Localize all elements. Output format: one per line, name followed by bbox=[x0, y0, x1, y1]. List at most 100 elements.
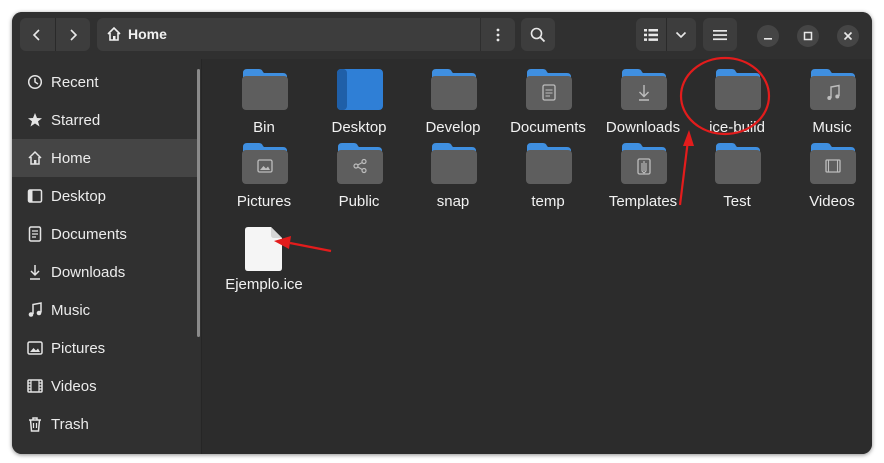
text-file-icon bbox=[245, 227, 282, 271]
desktop-icon bbox=[27, 189, 43, 203]
documents-folder-icon bbox=[526, 69, 572, 110]
hamburger-menu-icon bbox=[713, 29, 727, 40]
picture-icon bbox=[27, 341, 43, 355]
sidebar-item-videos[interactable]: Videos bbox=[12, 367, 199, 405]
home-icon bbox=[107, 26, 121, 41]
sidebar-scrollbar[interactable] bbox=[197, 69, 200, 337]
file-label: Ejemplo.ice bbox=[225, 276, 303, 293]
home-icon bbox=[28, 150, 42, 165]
chevron-left-icon bbox=[33, 28, 40, 41]
sidebar-item-label: Desktop bbox=[51, 188, 107, 205]
back-button[interactable] bbox=[20, 18, 55, 51]
music-folder-icon bbox=[810, 69, 856, 110]
maximize-button[interactable] bbox=[797, 25, 819, 47]
folder-bin[interactable]: Bin bbox=[217, 68, 311, 140]
file-label: Desktop bbox=[331, 119, 387, 136]
folder-icon bbox=[242, 69, 288, 110]
folder-develop[interactable]: Develop bbox=[406, 68, 500, 140]
folder-icon bbox=[715, 143, 761, 184]
desktop-folder-icon bbox=[337, 69, 383, 110]
minimize-icon bbox=[764, 38, 772, 40]
file-label: Music bbox=[812, 119, 852, 136]
folder-videos[interactable]: Videos bbox=[785, 142, 872, 214]
navigation-buttons bbox=[20, 18, 90, 51]
folder-desktop[interactable]: Desktop bbox=[312, 68, 406, 140]
folder-icon bbox=[431, 69, 477, 110]
chevron-right-icon bbox=[70, 28, 77, 41]
sidebar-item-label: Pictures bbox=[51, 340, 106, 357]
file-label: temp bbox=[531, 193, 565, 210]
search-icon bbox=[530, 27, 546, 42]
file-ejemplo-ice[interactable]: Ejemplo.ice bbox=[217, 226, 311, 298]
folder-snap[interactable]: snap bbox=[406, 142, 500, 214]
folder-ice-build[interactable]: ice-build bbox=[690, 68, 784, 140]
sidebar-item-trash[interactable]: Trash bbox=[12, 405, 199, 443]
sidebar-item-label: Home bbox=[51, 150, 92, 167]
file-label: Develop bbox=[425, 119, 481, 136]
file-label: snap bbox=[436, 193, 470, 210]
folder-icon bbox=[715, 69, 761, 110]
folder-music[interactable]: Music bbox=[785, 68, 872, 140]
vertical-ellipsis-icon bbox=[496, 28, 500, 41]
main-menu-button[interactable] bbox=[703, 18, 737, 51]
public-folder-icon bbox=[337, 143, 383, 184]
sidebar-item-label: Trash bbox=[51, 416, 89, 433]
sidebar-item-label: Documents bbox=[51, 226, 127, 243]
close-icon bbox=[843, 31, 853, 41]
folder-icon bbox=[431, 143, 477, 184]
forward-button[interactable] bbox=[55, 18, 90, 51]
templates-folder-icon bbox=[621, 143, 667, 184]
file-grid: Bin Desktop Develop Documents Downloads … bbox=[202, 59, 872, 454]
sidebar: Recent Starred Home Desktop Documents Do… bbox=[12, 59, 201, 454]
sidebar-item-music[interactable]: Music bbox=[12, 291, 199, 329]
chevron-down-icon bbox=[676, 31, 687, 38]
sidebar-item-desktop[interactable]: Desktop bbox=[12, 177, 199, 215]
star-icon bbox=[28, 113, 42, 127]
folder-icon bbox=[526, 143, 572, 184]
sidebar-item-label: Recent bbox=[51, 74, 99, 91]
folder-pictures[interactable]: Pictures bbox=[217, 142, 311, 214]
folder-public[interactable]: Public bbox=[312, 142, 406, 214]
path-bar[interactable]: Home bbox=[97, 18, 515, 51]
clock-icon bbox=[27, 74, 43, 90]
sidebar-item-label: Videos bbox=[51, 378, 97, 395]
file-label: Pictures bbox=[236, 193, 292, 210]
folder-temp[interactable]: temp bbox=[501, 142, 595, 214]
sidebar-item-starred[interactable]: Starred bbox=[12, 101, 199, 139]
sidebar-item-home[interactable]: Home bbox=[12, 139, 199, 177]
sidebar-item-documents[interactable]: Documents bbox=[12, 215, 199, 253]
sidebar-item-pictures[interactable]: Pictures bbox=[12, 329, 199, 367]
current-path-label[interactable]: Home bbox=[128, 26, 167, 42]
file-label: Downloads bbox=[605, 119, 681, 136]
view-options-dropdown[interactable] bbox=[667, 18, 697, 51]
view-toggle-group bbox=[636, 18, 696, 51]
sidebar-item-downloads[interactable]: Downloads bbox=[12, 253, 199, 291]
pictures-folder-icon bbox=[242, 143, 288, 184]
close-button[interactable] bbox=[837, 25, 859, 47]
music-icon bbox=[28, 302, 42, 317]
maximize-icon bbox=[803, 31, 813, 41]
path-menu-button[interactable] bbox=[480, 18, 515, 51]
file-label: Videos bbox=[809, 193, 855, 210]
list-view-button[interactable] bbox=[636, 18, 666, 51]
trash-icon bbox=[29, 417, 41, 432]
header-bar: Home bbox=[12, 12, 872, 59]
downloads-folder-icon bbox=[621, 69, 667, 110]
download-icon bbox=[30, 265, 40, 280]
sidebar-item-label: Downloads bbox=[51, 264, 126, 281]
file-manager-window: Home Recent Starred Home Desktop Documen… bbox=[12, 12, 872, 454]
list-view-icon bbox=[643, 28, 658, 41]
folder-test[interactable]: Test bbox=[690, 142, 784, 214]
file-label: Test bbox=[723, 193, 751, 210]
document-icon bbox=[28, 226, 42, 242]
file-label: Bin bbox=[253, 119, 275, 136]
folder-documents[interactable]: Documents bbox=[501, 68, 595, 140]
sidebar-item-label: Music bbox=[51, 302, 91, 319]
minimize-button[interactable] bbox=[757, 25, 779, 47]
folder-downloads[interactable]: Downloads bbox=[596, 68, 690, 140]
file-label: Documents bbox=[510, 119, 586, 136]
videos-folder-icon bbox=[810, 143, 856, 184]
folder-templates[interactable]: Templates bbox=[596, 142, 690, 214]
search-button[interactable] bbox=[521, 18, 555, 51]
sidebar-item-recent[interactable]: Recent bbox=[12, 63, 199, 101]
